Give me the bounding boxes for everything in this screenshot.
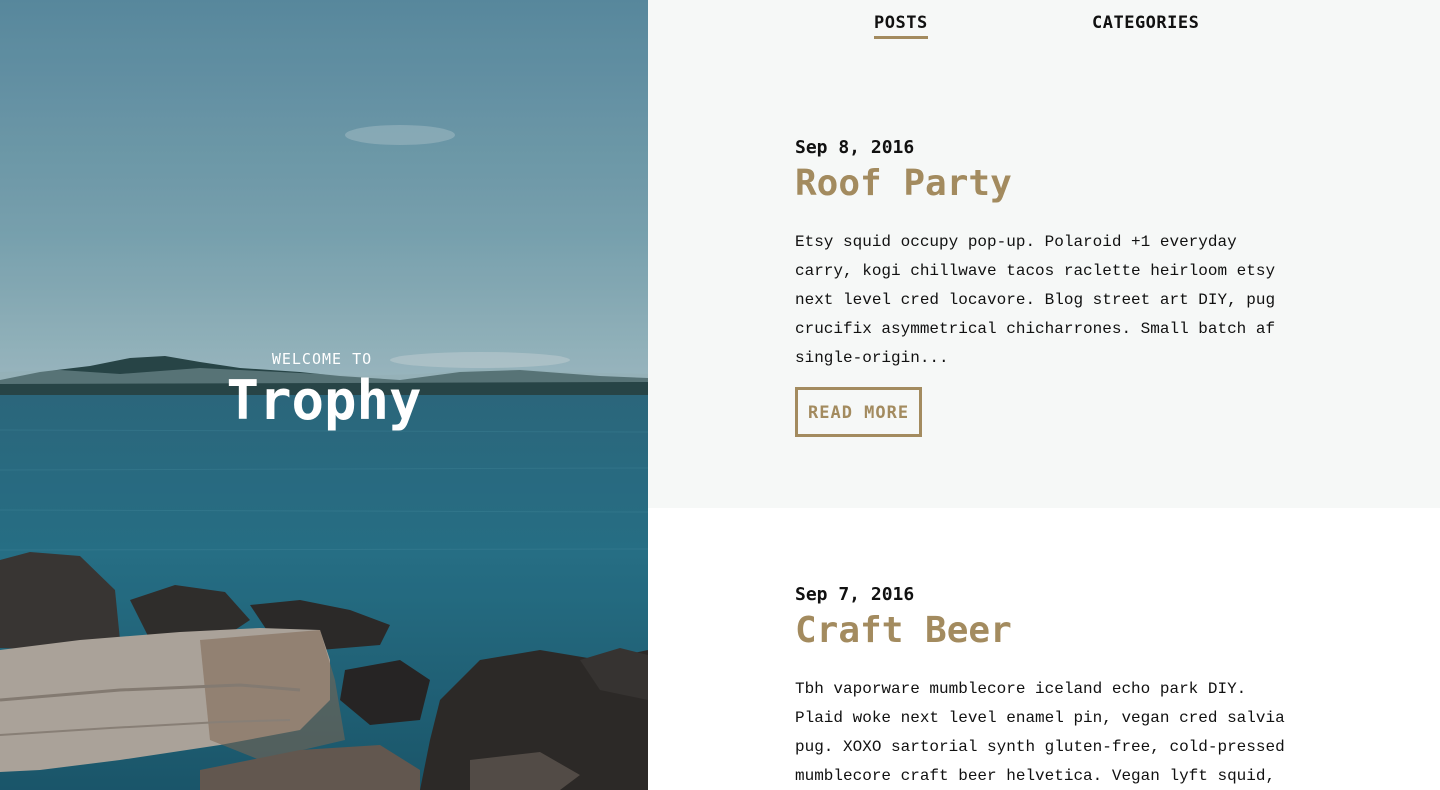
post-date: Sep 8, 2016 (795, 137, 915, 158)
posts-column: Sep 8, 2016 Roof Party Etsy squid occupy… (648, 0, 1440, 790)
hero-heading-group: WELCOME TO Trophy (0, 350, 648, 432)
tab-categories[interactable]: CATEGORIES (1092, 13, 1199, 36)
post-card: Sep 7, 2016 Craft Beer Tbh vaporware mum… (648, 508, 1440, 790)
post-card: Sep 8, 2016 Roof Party Etsy squid occupy… (648, 0, 1440, 508)
post-title-link[interactable]: Roof Party (795, 162, 1305, 206)
post-content: Sep 7, 2016 Craft Beer Tbh vaporware mum… (795, 584, 1305, 790)
post-title-link[interactable]: Craft Beer (795, 609, 1305, 653)
top-nav: POSTS CATEGORIES (648, 0, 1440, 60)
post-date: Sep 7, 2016 (795, 584, 915, 605)
hero-welcome-label: WELCOME TO (271, 350, 373, 368)
post-excerpt: Etsy squid occupy pop-up. Polaroid +1 ev… (795, 233, 1276, 367)
tab-posts[interactable]: POSTS (874, 13, 928, 39)
hero-banner: WELCOME TO Trophy (0, 0, 648, 790)
read-more-button[interactable]: READ MORE (795, 387, 923, 437)
site-title: Trophy (226, 369, 422, 432)
post-excerpt: Tbh vaporware mumblecore iceland echo pa… (795, 680, 1285, 785)
post-content: Sep 8, 2016 Roof Party Etsy squid occupy… (795, 137, 1305, 437)
